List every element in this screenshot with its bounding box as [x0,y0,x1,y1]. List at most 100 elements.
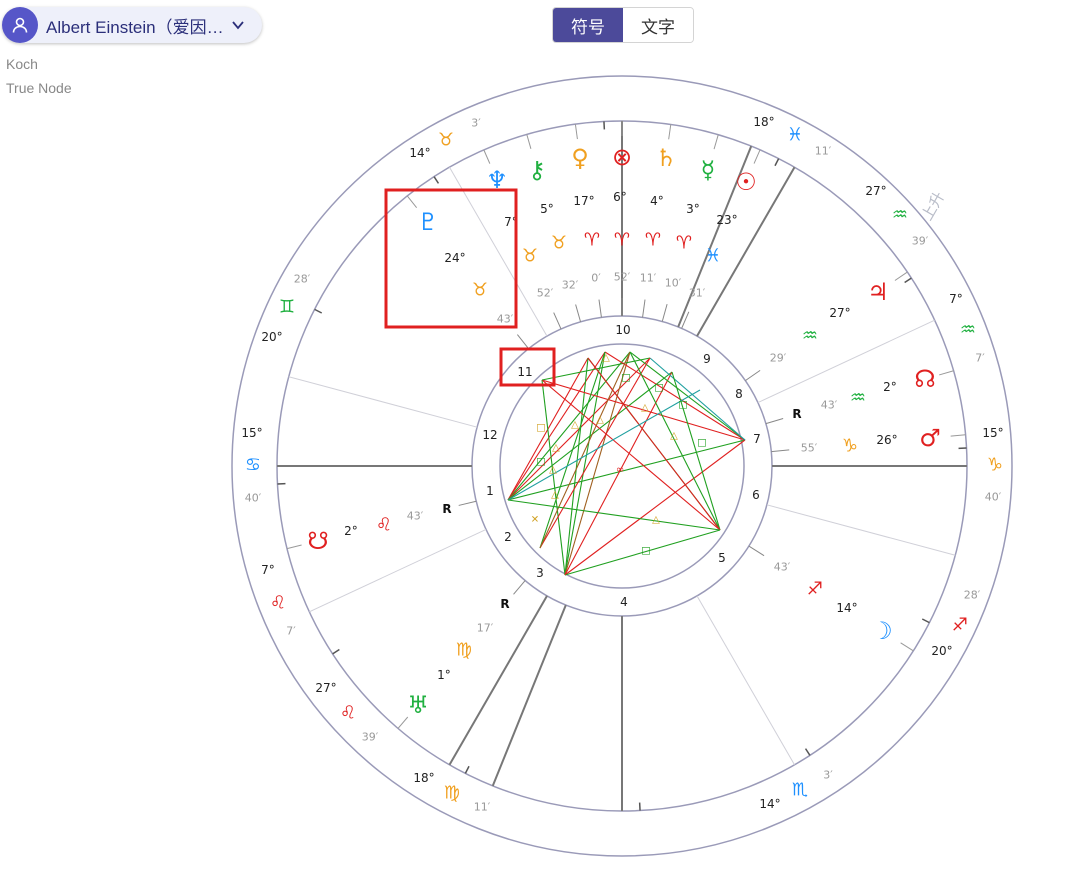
house-number-8: 8 [735,387,743,401]
sun-planet-icon: ☉ [735,168,757,196]
moon-minute: 43′ [774,561,791,574]
aspect-marker: □ [678,400,687,411]
north-node-minute: 43′ [407,510,424,523]
moon-planet-icon: ☽ [871,617,893,645]
aspect-marker: △ [596,415,604,426]
pluto-planet-icon: ♇ [417,208,439,236]
sagittarius-sign-icon: ♐ [952,615,968,636]
pluto-degree: 24° [444,251,465,265]
neptune-sign-icon: ♉ [522,246,538,267]
south-node-degree: 2° [883,380,897,394]
moon-degree: 14° [836,601,857,615]
aspect-marker: □ [621,373,630,384]
zodiac-cusp-degree: 27° [315,681,336,695]
uranus-planet-icon: ♅ [407,691,429,719]
fortune-planet-icon: ⊗ [612,143,632,171]
aspect-marker: ∞ [616,465,624,476]
jupiter-minute: 29′ [770,352,787,365]
aspect-marker: △ [551,490,559,501]
saturn-sign-icon: ♈ [645,230,661,251]
fortune-degree: 6° [613,190,627,204]
house-number-6: 6 [752,488,760,502]
venus-sign-icon: ♈ [584,230,600,251]
chiron-planet-icon: ⚷ [528,156,546,184]
sun-sign-icon: ♓ [705,246,721,267]
moon-sign-icon: ♐ [807,579,823,600]
aquarius-sign-icon: ♒ [960,320,976,341]
aspect-marker: □ [697,438,706,449]
aspect-marker: △ [571,420,579,431]
zodiac-cusp-degree: 7° [261,563,275,577]
zodiac-cusp-minute: 28′ [964,589,981,602]
north-node-degree: 2° [344,524,358,538]
uranus-sign-icon: ♍ [456,640,472,661]
aspect-marker: □ [536,423,545,434]
natal-chart-wheel: 123456789101112♉14°3′♓18°11′♒27°39′♒7°7′… [231,75,1013,857]
aspect-marker: △ [652,515,660,526]
house-number-5: 5 [718,551,726,565]
zodiac-cusp-degree: 15° [241,426,262,440]
house-number-3: 3 [536,566,544,580]
south-node-sign-icon: ♒ [850,388,866,409]
zodiac-cusp-degree: 20° [931,644,952,658]
scorpio-sign-icon: ♏ [792,780,808,801]
uranus-retrograde-marker: R [500,597,509,611]
house-number-1: 1 [486,484,494,498]
zodiac-cusp-minute: 7′ [286,625,296,638]
chiron-sign-icon: ♉ [551,233,567,254]
aspect-marker: □ [641,546,650,557]
house-number-12: 12 [482,428,497,442]
mercury-minute: 10′ [665,277,682,290]
venus-planet-icon: ♀ [571,144,589,172]
fortune-minute: 52′ [614,271,631,284]
pluto-sign-icon: ♉ [472,280,488,301]
zodiac-cusp-minute: 40′ [985,491,1002,504]
north-node-planet-icon: ☋ [307,527,328,555]
sun-minute: 31′ [689,287,706,300]
mars-sign-icon: ♑ [842,436,858,457]
zodiac-cusp-minute: 40′ [245,492,262,505]
aspect-marker: △ [549,465,557,476]
aspect-marker: △ [641,403,649,414]
venus-degree: 17° [573,194,594,208]
south-node-retrograde-marker: R [792,407,801,421]
chiron-degree: 5° [540,202,554,216]
mercury-planet-icon: ☿ [701,156,716,184]
mercury-degree: 3° [686,202,700,216]
venus-minute: 0′ [591,272,601,285]
south-node-planet-icon: ☊ [914,365,935,393]
chiron-minute: 32′ [562,279,579,292]
sun-degree: 23° [716,213,737,227]
aspect-marker: ✕ [531,515,539,526]
aspect-marker: □ [536,457,545,468]
zodiac-cusp-minute: 28′ [294,273,311,286]
jupiter-sign-icon: ♒ [802,326,818,347]
zodiac-cusp-minute: 11′ [815,145,832,158]
aspect-marker: △ [670,431,678,442]
zodiac-cusp-minute: 39′ [912,235,929,248]
zodiac-cusp-minute: 3′ [471,117,481,130]
zodiac-cusp-minute: 39′ [362,731,379,744]
zodiac-cusp-degree: 27° [865,184,886,198]
mercury-sign-icon: ♈ [676,233,692,254]
aspect-marker: △ [552,443,560,454]
zodiac-cusp-degree: 15° [982,426,1003,440]
saturn-degree: 4° [650,194,664,208]
ascendant-label: 上升 [918,189,949,224]
zodiac-cusp-minute: 7′ [975,352,985,365]
aquarius-sign-icon: ♒ [892,205,908,226]
jupiter-planet-icon: ♃ [867,278,889,306]
zodiac-cusp-degree: 14° [409,146,430,160]
zodiac-cusp-degree: 18° [753,115,774,129]
mars-minute: 55′ [801,442,818,455]
fortune-sign-icon: ♈ [614,230,630,251]
zodiac-cusp-minute: 3′ [823,769,833,782]
aspect-marker: △ [602,353,610,364]
virgo-sign-icon: ♍ [444,783,460,804]
north-node-retrograde-marker: R [442,502,451,516]
house-number-9: 9 [703,352,711,366]
aspect-marker: □ [654,383,663,394]
zodiac-cusp-degree: 18° [413,771,434,785]
jupiter-degree: 27° [829,306,850,320]
cancer-sign-icon: ♋ [245,455,261,476]
